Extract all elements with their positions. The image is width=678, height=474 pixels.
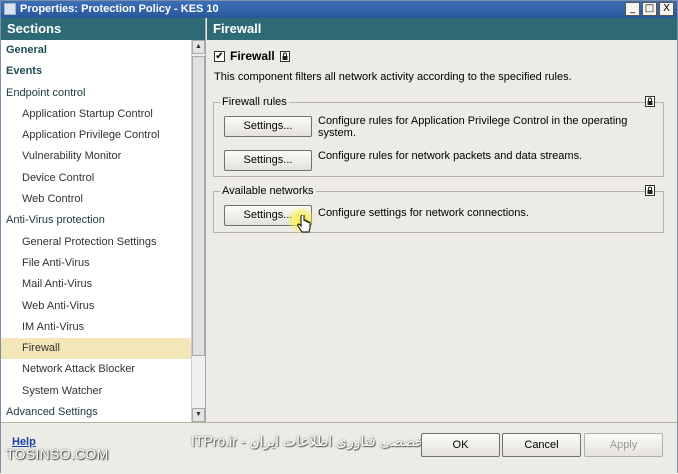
sections-header: Sections (1, 18, 205, 40)
section-network-attack-blocker[interactable]: Network Attack Blocker (1, 359, 191, 380)
section-events[interactable]: Events (1, 61, 191, 82)
sections-scrollbar[interactable]: ▲ ▼ (191, 40, 205, 422)
app-privilege-rules-text: Configure rules for Application Privileg… (318, 115, 628, 139)
firewall-enable-label: Firewall (230, 49, 275, 63)
network-connections-text: Configure settings for network connectio… (318, 207, 529, 219)
section-mail-anti-virus[interactable]: Mail Anti-Virus (1, 274, 191, 295)
section-application-startup-control[interactable]: Application Startup Control (1, 104, 191, 125)
section-web-control[interactable]: Web Control (1, 189, 191, 210)
section-file-anti-virus[interactable]: File Anti-Virus (1, 253, 191, 274)
section-device-control[interactable]: Device Control (1, 168, 191, 189)
section-firewall[interactable]: Firewall (1, 338, 191, 360)
section-application-privilege-control[interactable]: Application Privilege Control (1, 125, 191, 146)
available-networks-group: Available networks Settings... Configure… (213, 185, 664, 233)
dialog-footer: Help TOSINSO.COM ITPro.ir - انجمن تخصصی … (1, 422, 677, 474)
scroll-down-icon[interactable]: ▼ (192, 408, 205, 422)
window-title: Properties: Protection Policy - KES 10 (20, 3, 219, 15)
cancel-button[interactable]: Cancel (502, 433, 581, 457)
firewall-description: This component filters all network activ… (214, 71, 572, 83)
section-system-watcher[interactable]: System Watcher (1, 381, 191, 402)
lock-icon[interactable] (645, 96, 655, 107)
lock-icon[interactable] (645, 185, 655, 196)
apply-button[interactable]: Apply (584, 433, 663, 457)
app-privilege-rules-settings-button[interactable]: Settings... (224, 116, 312, 137)
scrollbar-thumb[interactable] (192, 56, 205, 356)
watermark-text: TOSINSO.COM (6, 446, 109, 462)
firewall-rules-group: Firewall rules Settings... Configure rul… (213, 96, 664, 177)
lock-icon[interactable] (279, 50, 290, 62)
section-im-anti-virus[interactable]: IM Anti-Virus (1, 317, 191, 338)
title-bar[interactable]: Properties: Protection Policy - KES 10 _… (1, 1, 677, 18)
section-general-protection-settings[interactable]: General Protection Settings (1, 232, 191, 253)
section-endpoint-control[interactable]: Endpoint control (1, 83, 191, 104)
scroll-up-icon[interactable]: ▲ (192, 40, 205, 54)
properties-window: Properties: Protection Policy - KES 10 _… (0, 0, 678, 474)
section-web-anti-virus[interactable]: Web Anti-Virus (1, 296, 191, 317)
sections-nav: General Events Endpoint control Applicat… (1, 40, 191, 423)
network-packet-rules-text: Configure rules for network packets and … (318, 150, 583, 162)
section-vulnerability-monitor[interactable]: Vulnerability Monitor (1, 146, 191, 167)
firewall-rules-title: Firewall rules (220, 96, 289, 108)
close-button[interactable]: X (659, 2, 674, 16)
ok-button[interactable]: OK (421, 433, 500, 457)
minimize-button[interactable]: _ (625, 2, 640, 16)
hand-cursor-icon (297, 215, 311, 233)
available-networks-title: Available networks (220, 185, 316, 197)
sections-panel: Sections General Events Endpoint control… (1, 18, 206, 422)
section-general[interactable]: General (1, 40, 191, 61)
firewall-enable-checkbox[interactable]: ✔ (214, 50, 225, 62)
firewall-panel: ✔ Firewall This component filters all ne… (207, 40, 677, 422)
firewall-header: Firewall (207, 18, 677, 40)
app-icon (4, 3, 16, 15)
network-packet-rules-settings-button[interactable]: Settings... (224, 150, 312, 171)
section-advanced-settings[interactable]: Advanced Settings (1, 402, 191, 423)
section-anti-virus-protection[interactable]: Anti-Virus protection (1, 210, 191, 231)
maximize-button[interactable]: □ (642, 2, 657, 16)
